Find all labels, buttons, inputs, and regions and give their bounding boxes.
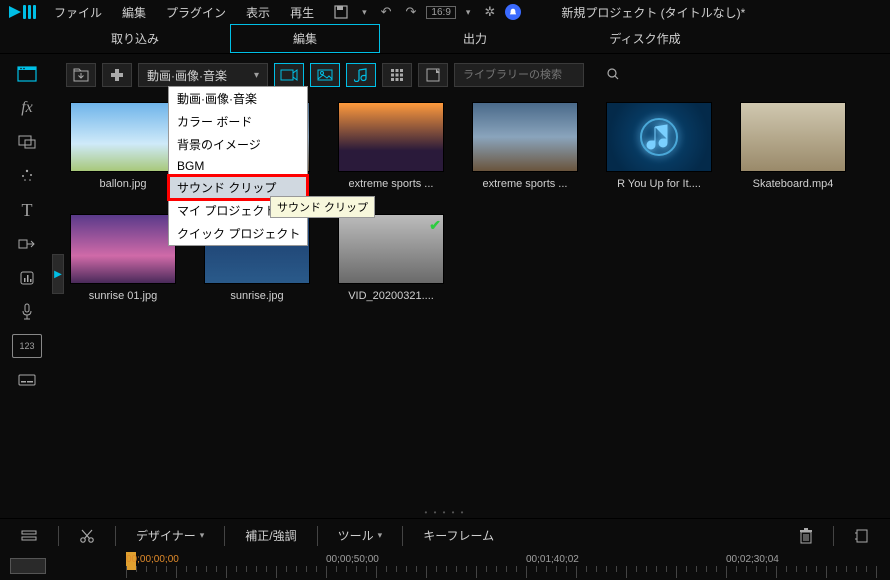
- dropdown-item[interactable]: BGM: [169, 156, 307, 176]
- pip-room-icon[interactable]: [12, 130, 42, 154]
- mode-tab-取り込み[interactable]: 取り込み: [60, 25, 210, 52]
- menu-編集[interactable]: 編集: [112, 0, 156, 25]
- media-thumbnail[interactable]: ballon.jpg: [70, 102, 176, 190]
- fx-room-icon[interactable]: fx: [12, 96, 42, 120]
- notification-icon[interactable]: [505, 4, 521, 20]
- thumbnail-image: [606, 102, 712, 172]
- menu-表示[interactable]: 表示: [236, 0, 280, 25]
- aspect-ratio-button[interactable]: 16:9: [426, 6, 455, 19]
- settings-icon[interactable]: ✲: [480, 2, 499, 22]
- redo-icon[interactable]: ↷: [402, 2, 421, 22]
- thumbnail-image: [472, 102, 578, 172]
- library-search[interactable]: [454, 63, 584, 87]
- media-thumbnail[interactable]: Skateboard.mp4: [740, 102, 846, 190]
- thumbnail-label: extreme sports ...: [349, 178, 434, 190]
- save-chevron-icon[interactable]: ▾: [358, 5, 371, 20]
- library-menu-icon[interactable]: [418, 63, 448, 87]
- designer-button[interactable]: デザイナー▾: [126, 523, 214, 548]
- thumbnail-image: ✔: [338, 214, 444, 284]
- timeline-ruler[interactable]: 00;00;00;00 00;00;50;00 00;01;40;02 00;02;3…: [126, 552, 890, 580]
- keyframe-button[interactable]: キーフレーム: [413, 523, 504, 548]
- media-filter-label: 動画·画像·音楽: [147, 67, 227, 84]
- thumbnail-image: [70, 102, 176, 172]
- chapter-room-icon[interactable]: 123: [12, 334, 42, 358]
- chevron-down-icon: ▾: [378, 530, 383, 541]
- cut-icon[interactable]: [69, 524, 105, 548]
- plugin-button[interactable]: [102, 63, 132, 87]
- thumbnail-label: Skateboard.mp4: [753, 178, 834, 190]
- app-logo[interactable]: [4, 1, 44, 23]
- filter-image-icon[interactable]: [310, 63, 340, 87]
- mode-tab-編集[interactable]: 編集: [230, 24, 380, 53]
- menu-プラグイン[interactable]: プラグイン: [156, 0, 236, 25]
- dropdown-item[interactable]: クイック プロジェクト: [169, 222, 307, 245]
- undo-icon[interactable]: ↶: [377, 2, 396, 22]
- search-icon[interactable]: [607, 68, 619, 83]
- thumbnail-label: R You Up for It....: [617, 178, 701, 190]
- chevron-down-icon: ▾: [200, 530, 205, 541]
- aspect-chevron-icon[interactable]: ▾: [462, 5, 475, 20]
- media-filter-menu: 動画·画像·音楽カラー ボード背景のイメージBGMサウンド クリップマイ プロジ…: [168, 86, 308, 246]
- filter-video-icon[interactable]: [274, 63, 304, 87]
- dropdown-item[interactable]: 動画·画像·音楽: [169, 87, 307, 110]
- media-filter-dropdown[interactable]: 動画·画像·音楽 ▾: [138, 63, 268, 87]
- timeline-track-button[interactable]: [10, 558, 46, 574]
- tooltip: サウンド クリップ: [270, 196, 375, 218]
- particle-room-icon[interactable]: [12, 164, 42, 188]
- media-thumbnail[interactable]: sunrise 01.jpg: [70, 214, 176, 302]
- panel-divider[interactable]: • • • • •: [0, 508, 890, 518]
- filter-audio-icon[interactable]: [346, 63, 376, 87]
- title-room-icon[interactable]: T: [12, 198, 42, 222]
- used-check-icon: ✔: [429, 217, 441, 234]
- thumbnail-image: [740, 102, 846, 172]
- track-select-icon[interactable]: [10, 525, 48, 547]
- media-thumbnail[interactable]: R You Up for It....: [606, 102, 712, 190]
- more-actions-icon[interactable]: [844, 525, 880, 547]
- dropdown-item[interactable]: カラー ボード: [169, 110, 307, 133]
- thumbnail-label: sunrise 01.jpg: [89, 290, 158, 302]
- media-room-icon[interactable]: [12, 62, 42, 86]
- audio-room-icon[interactable]: [12, 266, 42, 290]
- thumbnail-image: [70, 214, 176, 284]
- timeline-label: 00;01;40;02: [526, 554, 579, 565]
- thumbnail-label: extreme sports ...: [483, 178, 568, 190]
- delete-icon[interactable]: [789, 524, 823, 548]
- timeline-label: 00;00;50;00: [326, 554, 379, 565]
- media-thumbnail[interactable]: extreme sports ...: [338, 102, 444, 190]
- correction-button[interactable]: 補正/強調: [235, 523, 306, 548]
- import-button[interactable]: [66, 63, 96, 87]
- thumbnail-image: [338, 102, 444, 172]
- mode-tab-ディスク作成[interactable]: ディスク作成: [570, 25, 720, 52]
- view-grid-icon[interactable]: [382, 63, 412, 87]
- media-thumbnail[interactable]: extreme sports ...: [472, 102, 578, 190]
- thumbnail-label: VID_20200321....: [348, 290, 434, 302]
- sidebar: fx T 123 ▶: [0, 54, 54, 508]
- search-input[interactable]: [461, 68, 607, 82]
- thumbnail-label: sunrise.jpg: [230, 290, 283, 302]
- media-thumbnail[interactable]: ✔ VID_20200321....: [338, 214, 444, 302]
- thumbnail-label: ballon.jpg: [99, 178, 146, 190]
- voice-room-icon[interactable]: [12, 300, 42, 324]
- chevron-down-icon: ▾: [254, 70, 259, 81]
- tool-button[interactable]: ツール▾: [328, 523, 393, 548]
- mode-tab-出力[interactable]: 出力: [400, 25, 550, 52]
- dropdown-item[interactable]: 背景のイメージ: [169, 133, 307, 156]
- timeline-label: 00;00;00;00: [126, 554, 179, 565]
- save-icon[interactable]: [330, 3, 352, 21]
- subtitle-room-icon[interactable]: [12, 368, 42, 392]
- timeline-label: 00;02;30;04: [726, 554, 779, 565]
- expand-sidebar-button[interactable]: ▶: [52, 254, 64, 294]
- menu-再生[interactable]: 再生: [280, 0, 324, 25]
- project-title: 新規プロジェクト (タイトルなし)*: [561, 4, 745, 21]
- transition-room-icon[interactable]: [12, 232, 42, 256]
- menu-ファイル[interactable]: ファイル: [44, 0, 112, 25]
